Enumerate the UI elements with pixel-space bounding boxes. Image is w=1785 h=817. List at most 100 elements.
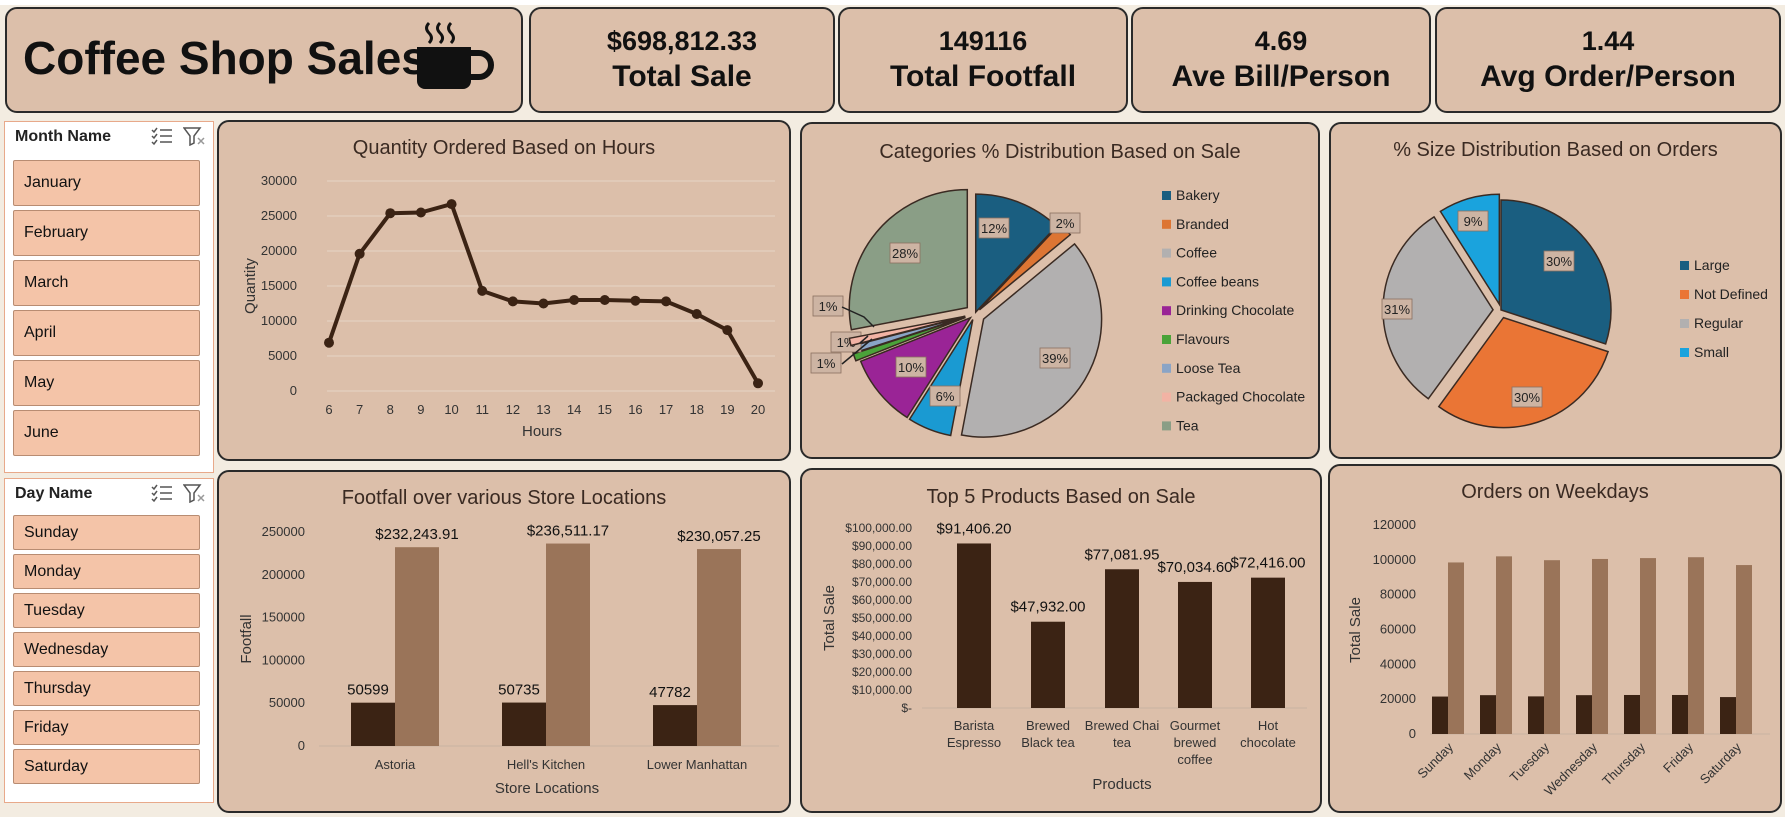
legend-swatch — [1680, 290, 1689, 299]
y-tick-label: $30,000.00 — [852, 647, 912, 661]
kpi-label: Total Sale — [612, 60, 752, 93]
window-top-strip — [0, 0, 1785, 5]
data-label: $236,511.17 — [527, 523, 609, 540]
clear-filter-icon[interactable] — [183, 483, 205, 503]
y-axis-label: Total Sale — [821, 585, 838, 651]
bar — [1448, 562, 1464, 734]
y-tick-label: $20,000.00 — [852, 665, 912, 679]
data-label: $91,406.20 — [936, 520, 1011, 537]
data-point — [507, 296, 518, 307]
y-tick-label: $70,000.00 — [852, 575, 912, 589]
data-label: 10% — [898, 360, 924, 375]
y-tick-label: $80,000.00 — [852, 557, 912, 571]
day-slicer-item-monday[interactable]: Monday — [13, 554, 200, 589]
bar — [957, 543, 991, 708]
legend-label: Large — [1694, 257, 1730, 273]
x-tick-label: coffee — [1177, 752, 1212, 767]
kpi-label: Total Footfall — [889, 60, 1077, 93]
day-slicer-item-saturday[interactable]: Saturday — [13, 749, 200, 784]
data-point — [477, 285, 488, 296]
legend-label: Bakery — [1176, 187, 1220, 203]
month-slicer-item-april[interactable]: April — [13, 310, 200, 356]
y-tick-label: 0 — [1409, 726, 1416, 741]
day-slicer-item-sunday[interactable]: Sunday — [13, 515, 200, 550]
x-tick-label: 19 — [720, 402, 734, 417]
kpi-label: Avg Order/Person — [1480, 60, 1736, 93]
legend-swatch — [1162, 219, 1171, 229]
legend-label: Coffee beans — [1176, 273, 1259, 289]
month-slicer-item-june[interactable]: June — [13, 410, 200, 456]
title-panel: Coffee Shop Sales — [5, 7, 523, 113]
data-point — [599, 295, 610, 305]
legend-label: Coffee — [1176, 245, 1217, 261]
x-axis-label: Store Locations — [495, 780, 599, 797]
x-tick-label: Hell's Kitchen — [507, 757, 585, 772]
bar — [1105, 569, 1139, 708]
y-tick-label: 50000 — [269, 695, 305, 710]
x-tick-label: brewed — [1174, 735, 1217, 750]
x-tick-label: 7 — [356, 402, 363, 417]
x-tick-label: Monday — [1461, 739, 1505, 783]
day-slicer: Day Name Sunday Monday Tuesday Wednesday Thu… — [4, 478, 214, 803]
y-tick-label: 200000 — [262, 567, 305, 582]
day-slicer-item-thursday[interactable]: Thursday — [13, 671, 200, 706]
bar — [1688, 557, 1704, 734]
legend-swatch — [1162, 363, 1171, 373]
data-point — [753, 378, 763, 389]
clear-filter-icon[interactable] — [183, 126, 205, 146]
data-point — [324, 337, 334, 348]
x-tick-label: 18 — [689, 402, 703, 417]
data-label: 1% — [819, 299, 838, 314]
multi-select-icon[interactable] — [151, 126, 173, 146]
legend-swatch — [1162, 191, 1171, 200]
x-tick-label: Friday — [1660, 739, 1696, 775]
legend-label: Flavours — [1176, 331, 1230, 347]
day-slicer-item-friday[interactable]: Friday — [13, 710, 200, 745]
y-tick-label: $- — [901, 701, 912, 715]
footfall-bar-chart: 250000 200000 150000 100000 50000 0 50599 $232,… — [238, 523, 779, 797]
bar — [1720, 697, 1736, 734]
multi-select-icon[interactable] — [151, 483, 173, 503]
products-bar-chart: $100,000.00 $90,000.00 $80,000.00 $70,000.0… — [821, 520, 1307, 793]
month-slicer-item-january[interactable]: January — [13, 160, 200, 206]
month-slicer-item-march[interactable]: March — [13, 260, 200, 306]
x-tick-label: Gourmet — [1170, 718, 1221, 733]
data-point — [630, 295, 641, 306]
bar — [546, 543, 590, 746]
day-slicer-item-tuesday[interactable]: Tuesday — [13, 593, 200, 628]
y-tick-label: 30000 — [261, 173, 297, 188]
legend-swatch — [1162, 277, 1171, 287]
hours-line-chart: 30000 25000 20000 15000 10000 5000 0 6 7 8 9 10 11 12… — [242, 173, 775, 440]
legend-swatch — [1162, 421, 1171, 431]
y-tick-label: 40000 — [1380, 656, 1416, 671]
y-tick-label: $50,000.00 — [852, 611, 912, 625]
month-slicer-item-february[interactable]: February — [13, 210, 200, 256]
month-slicer-title: Month Name — [15, 128, 111, 145]
y-tick-label: 80000 — [1380, 587, 1416, 602]
data-point — [661, 296, 672, 307]
bar — [1576, 695, 1592, 734]
kpi-value: $698,812.33 — [606, 26, 758, 56]
data-label: $70,034.60 — [1157, 559, 1232, 576]
footfall-chart-panel: Footfall over various Store Locations 25… — [217, 470, 791, 813]
month-slicer-item-may[interactable]: May — [13, 360, 200, 406]
data-label: 28% — [892, 246, 918, 261]
kpi-ave-bill: 4.69 Ave Bill/Person — [1131, 7, 1431, 113]
x-tick-label: 10 — [444, 402, 458, 417]
legend-swatch — [1162, 392, 1171, 402]
size-chart-panel: % Size Distribution Based on Orders 30% L… — [1329, 122, 1782, 459]
y-tick-label: 60000 — [1380, 622, 1416, 637]
bar — [1031, 621, 1065, 708]
weekdays-bar-chart: 120000 100000 80000 60000 40000 20000 0Sunday M… — [1347, 517, 1770, 799]
categories-pie-chart: 12% Bakery 2% Branded 39% Coffee 6% Coffee bean… — [810, 187, 1305, 438]
day-slicer-item-wednesday[interactable]: Wednesday — [13, 632, 200, 667]
x-tick-label: 15 — [598, 402, 612, 417]
x-tick-label: 16 — [628, 402, 642, 417]
y-tick-label: $100,000.00 — [845, 521, 912, 535]
x-tick-label: Brewed — [1026, 718, 1070, 733]
y-tick-label: 20000 — [261, 243, 297, 258]
kpi-value: 4.69 — [1254, 26, 1308, 56]
categories-chart-panel: Categories % Distribution Based on Sale … — [800, 122, 1320, 459]
bar — [1528, 696, 1544, 734]
data-label: 9% — [1464, 214, 1483, 229]
